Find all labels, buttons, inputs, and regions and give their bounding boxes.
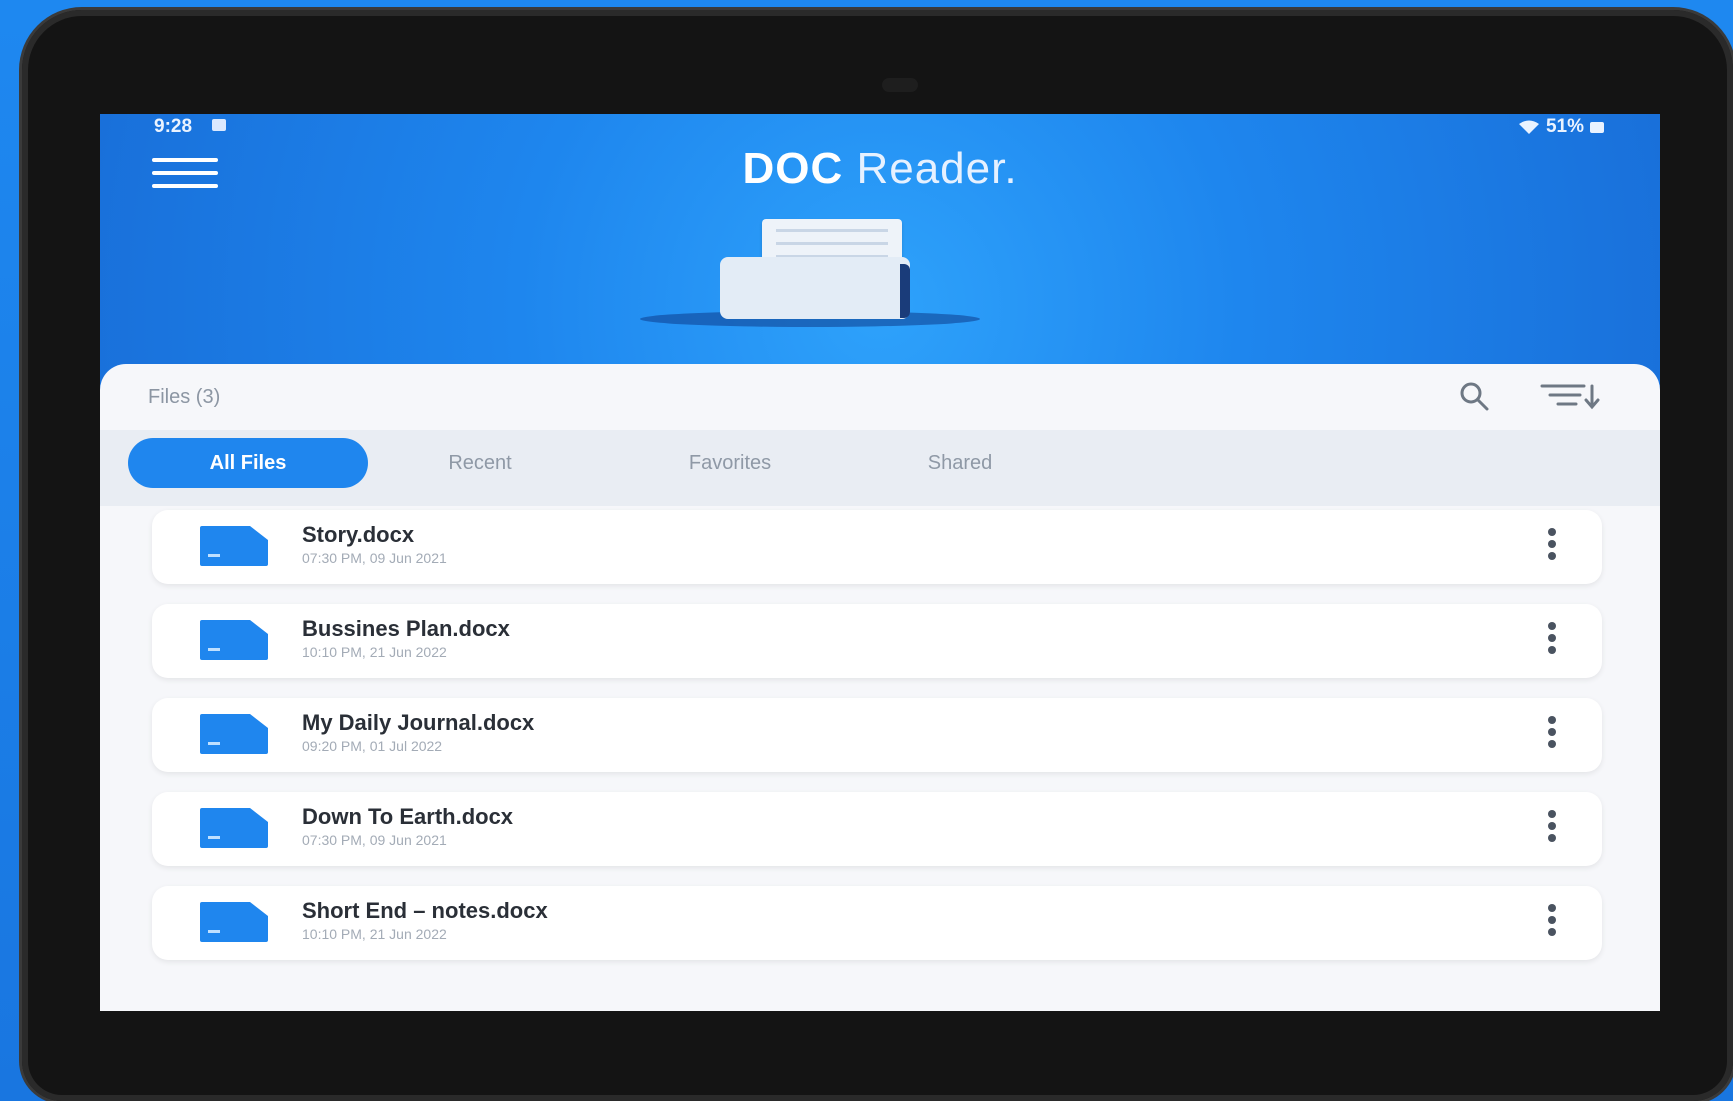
file-name: Story.docx bbox=[302, 522, 415, 547]
screenshot-icon bbox=[212, 119, 226, 131]
file-date: 10:10 PM, 21 Jun 2022 bbox=[302, 926, 447, 942]
more-options-icon[interactable] bbox=[1546, 810, 1558, 846]
battery-text: 51% bbox=[1545, 116, 1584, 137]
status-bar: 9:28 51% bbox=[100, 114, 1660, 140]
file-date: 10:10 PM, 21 Jun 2022 bbox=[302, 644, 447, 660]
tab-favorites[interactable]: Favorites bbox=[630, 438, 830, 488]
files-count-label: Files (3) bbox=[148, 386, 221, 408]
more-options-icon[interactable] bbox=[1546, 716, 1558, 752]
docx-file-icon bbox=[200, 620, 268, 660]
docx-file-icon bbox=[200, 714, 268, 754]
file-row[interactable]: My Daily Journal.docx 09:20 PM, 01 Jul 2… bbox=[152, 698, 1602, 772]
file-name: Down To Earth.docx bbox=[302, 804, 514, 829]
file-tabs: All Files Recent Favorites Shared bbox=[100, 430, 1660, 506]
file-date: 07:30 PM, 09 Jun 2021 bbox=[302, 832, 447, 848]
more-options-icon[interactable] bbox=[1546, 622, 1558, 658]
tab-recent[interactable]: Recent bbox=[400, 438, 560, 488]
docx-file-icon bbox=[200, 526, 268, 566]
status-right: 51% bbox=[1518, 116, 1604, 138]
file-date: 09:20 PM, 01 Jul 2022 bbox=[302, 738, 443, 754]
tab-shared[interactable]: Shared bbox=[880, 438, 1040, 488]
battery-icon bbox=[1590, 121, 1604, 133]
search-icon[interactable] bbox=[1458, 380, 1490, 412]
docx-file-icon bbox=[200, 808, 268, 848]
tab-all-files[interactable]: All Files bbox=[128, 438, 368, 488]
file-name: My Daily Journal.docx bbox=[302, 710, 535, 735]
files-panel: Files (3) All Files Recent Favorites Sha… bbox=[100, 364, 1660, 1011]
document-folder-illustration bbox=[640, 219, 980, 329]
app-title-bold: DOC bbox=[742, 144, 844, 193]
wifi-icon bbox=[1518, 120, 1539, 134]
docx-file-icon bbox=[200, 902, 268, 942]
file-list: Story.docx 07:30 PM, 09 Jun 2021 Bussine… bbox=[152, 510, 1602, 980]
app-screen: 9:28 51% DOC Reader. Files (3) All Files… bbox=[100, 114, 1660, 1011]
more-options-icon[interactable] bbox=[1546, 904, 1558, 940]
file-row[interactable]: Down To Earth.docx 07:30 PM, 09 Jun 2021 bbox=[152, 792, 1602, 866]
front-camera bbox=[882, 78, 918, 92]
file-name: Short End – notes.docx bbox=[302, 898, 548, 923]
file-name: Bussines Plan.docx bbox=[302, 616, 510, 641]
tablet-device: 9:28 51% DOC Reader. Files (3) All Files… bbox=[22, 10, 1733, 1101]
sort-filter-icon[interactable] bbox=[1540, 382, 1602, 410]
more-options-icon[interactable] bbox=[1546, 528, 1558, 564]
app-title-rest: Reader. bbox=[843, 144, 1018, 193]
file-row[interactable]: Short End – notes.docx 10:10 PM, 21 Jun … bbox=[152, 886, 1602, 960]
file-row[interactable]: Bussines Plan.docx 10:10 PM, 21 Jun 2022 bbox=[152, 604, 1602, 678]
app-title: DOC Reader. bbox=[100, 144, 1660, 194]
status-time: 9:28 bbox=[154, 116, 193, 137]
file-row[interactable]: Story.docx 07:30 PM, 09 Jun 2021 bbox=[152, 510, 1602, 584]
file-date: 07:30 PM, 09 Jun 2021 bbox=[302, 550, 447, 566]
